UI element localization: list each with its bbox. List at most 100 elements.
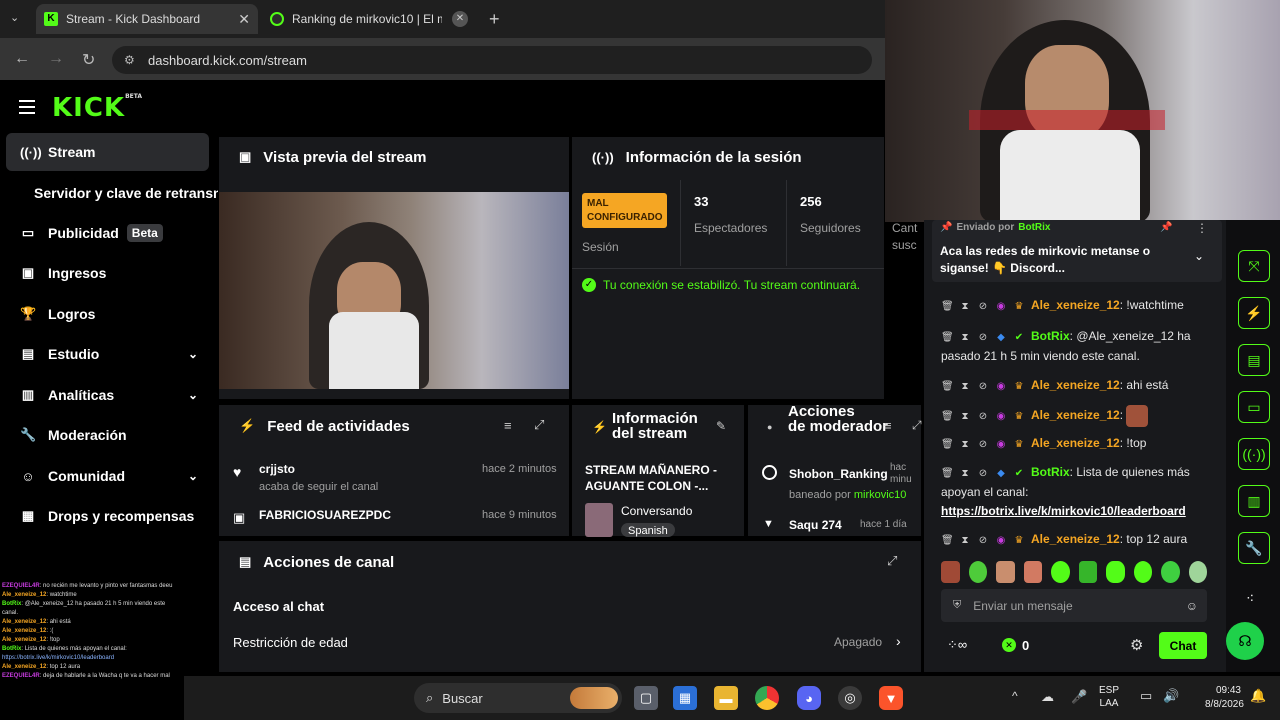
discord-icon[interactable]: ◕	[797, 686, 821, 710]
mod-target-user[interactable]: Shobon_Ranking	[789, 467, 888, 481]
qa-server-icon[interactable]: ▥	[1238, 485, 1270, 517]
timeout-icon[interactable]: ⧗	[959, 377, 971, 396]
forward-icon[interactable]: →	[48, 50, 64, 68]
cloud-icon[interactable]: ☁	[1041, 689, 1054, 705]
send-chat-button[interactable]: Chat	[1159, 632, 1207, 659]
sidebar-item-drops[interactable]: ▦ Drops y recompensas	[0, 497, 210, 535]
qa-fullscreen-icon[interactable]: ⤧	[1238, 250, 1270, 282]
qa-wrench-icon[interactable]: 🔧	[1238, 532, 1270, 564]
qa-bolt-icon[interactable]: ⚡	[1238, 297, 1270, 329]
timeout-icon[interactable]: ⧗	[959, 464, 971, 483]
tab-list-icon[interactable]: ⌄	[10, 11, 19, 24]
sidebar-item-studio[interactable]: ▤ Estudio ⌄	[0, 335, 210, 373]
emote-icon[interactable]	[996, 561, 1015, 583]
chat-link[interactable]: https://botrix.live/k/mirkovic10/leaderb…	[941, 504, 1186, 518]
sidebar-item-analytics[interactable]: ▥ Analíticas ⌄	[0, 376, 210, 414]
delete-icon[interactable]: 🗑	[941, 435, 954, 454]
close-tab-icon[interactable]: ✕	[452, 11, 468, 27]
bot-name[interactable]: BotRix	[1018, 222, 1050, 233]
delete-icon[interactable]: 🗑	[941, 297, 954, 316]
qa-doc-icon[interactable]: ▤	[1238, 344, 1270, 376]
mod-target-user[interactable]: Saqu 274	[789, 518, 842, 532]
menu-icon[interactable]	[19, 100, 35, 114]
ban-icon[interactable]: ⊘	[977, 464, 989, 483]
timeout-icon[interactable]: ⧗	[959, 297, 971, 316]
network-icon[interactable]: ▭	[1140, 688, 1152, 704]
start-windows-icon[interactable]	[380, 686, 404, 710]
emoji-picker-icon[interactable]: ☺	[1186, 599, 1198, 613]
popout-icon[interactable]: ⤢	[887, 553, 897, 569]
address-bar[interactable]: ⚙ dashboard.kick.com/stream	[112, 46, 872, 74]
qa-chat-icon[interactable]: ▭	[1238, 391, 1270, 423]
pin-icon[interactable]: 📌	[1160, 222, 1172, 233]
age-restriction-label[interactable]: Restricción de edad	[233, 635, 348, 650]
chat-username[interactable]: Ale_xeneize_12	[1031, 298, 1120, 312]
new-tab-button[interactable]: +	[489, 9, 500, 30]
emote-icon[interactable]	[1133, 561, 1152, 583]
file-explorer-icon[interactable]: ▬	[714, 686, 738, 710]
taskbar-search[interactable]: ⌕ Buscar	[414, 683, 622, 713]
sidebar-item-stream[interactable]: ((·)) Stream	[6, 133, 209, 171]
sidebar-item-moderation[interactable]: 🔧 Moderación	[0, 416, 210, 454]
emote-icon[interactable]	[968, 561, 987, 583]
support-headset-icon[interactable]: ☊	[1226, 622, 1264, 660]
ban-icon[interactable]: ⊘	[977, 407, 989, 426]
emote-icon[interactable]	[1078, 561, 1097, 583]
users-icon[interactable]: ⁘∞	[947, 637, 967, 653]
microphone-icon[interactable]: 🎤	[1071, 689, 1087, 705]
timeout-icon[interactable]: ⧗	[959, 407, 971, 426]
kick-logo[interactable]: KICKBETA	[52, 93, 142, 123]
delete-icon[interactable]: 🗑	[941, 377, 954, 396]
chat-message[interactable]: 🗑 ⧗ ⊘ ◉ ♛ Ale_xeneize_12: !top	[924, 430, 1226, 459]
sidebar-item-community[interactable]: ☺ Comunidad ⌄	[0, 457, 210, 495]
ban-icon[interactable]: ⊘	[977, 531, 989, 550]
chat-username[interactable]: Ale_xeneize_12	[1031, 378, 1120, 392]
chat-message[interactable]: 🗑 ⧗ ⊘ ◉ ♛ Ale_xeneize_12: top 12 aura	[924, 526, 1226, 555]
clock[interactable]: 09:43 8/8/2026	[1205, 684, 1244, 712]
chat-input[interactable]: ⛨ Enviar un mensaje ☺	[941, 589, 1207, 622]
emote-icon[interactable]	[1051, 561, 1070, 583]
emote-icon[interactable]	[1106, 561, 1125, 583]
brave-icon[interactable]: ▼	[879, 686, 903, 710]
tab-stream-dashboard[interactable]: K Stream - Kick Dashboard ✕	[36, 4, 258, 34]
site-settings-icon[interactable]: ⚙	[124, 53, 135, 67]
chat-access-label[interactable]: Acceso al chat	[233, 599, 324, 614]
sidebar-item-achievements[interactable]: 🏆 Logros	[0, 295, 210, 333]
timeout-icon[interactable]: ⧗	[959, 531, 971, 550]
tray-chevron-icon[interactable]: ^	[1012, 689, 1018, 703]
volume-icon[interactable]: 🔊	[1163, 688, 1179, 704]
chat-username[interactable]: Ale_xeneize_12	[1031, 436, 1120, 450]
popout-icon[interactable]: ⤢	[534, 417, 544, 433]
task-view-icon[interactable]: ▢	[634, 686, 658, 710]
obs-icon[interactable]: ◎	[838, 686, 862, 710]
notifications-icon[interactable]: 🔔	[1250, 688, 1266, 704]
emote-icon[interactable]	[941, 561, 960, 583]
more-options-icon[interactable]: ⋮	[1196, 221, 1208, 235]
chat-message[interactable]: 🗑 ⧗ ⊘ ◆ ✔ BotRix: @Ale_xeneize_12 ha pasado 2…	[924, 323, 1226, 372]
popout-icon[interactable]: ⤢	[912, 418, 922, 433]
chat-username[interactable]: BotRix	[1031, 329, 1070, 343]
timeout-icon[interactable]: ⧗	[959, 328, 971, 347]
stream-preview-video[interactable]	[219, 192, 569, 389]
language-indicator[interactable]: ESP LAA	[1099, 684, 1119, 710]
feed-user[interactable]: FABRICIOSUAREZPDC	[259, 508, 391, 522]
tab-ranking[interactable]: Ranking de mirkovic10 | El mej ✕	[262, 4, 476, 34]
emote-icon[interactable]	[1188, 561, 1207, 583]
chrome-icon[interactable]	[755, 686, 779, 710]
chat-message[interactable]: 🗑 ⧗ ⊘ ◉ ♛ Ale_xeneize_12:	[924, 401, 1226, 430]
delete-icon[interactable]: 🗑	[941, 464, 954, 483]
chat-message[interactable]: 🗑 ⧗ ⊘ ◉ ♛ Ale_xeneize_12: !watchtime	[924, 294, 1226, 323]
delete-icon[interactable]: 🗑	[941, 407, 954, 426]
share-icon[interactable]: ⁖	[1246, 590, 1254, 607]
chat-message[interactable]: 🗑 ⧗ ⊘ ◆ ✔ BotRix: Lista de quienes más apoyan…	[924, 459, 1226, 526]
reload-icon[interactable]: ↻	[82, 50, 95, 70]
close-tab-icon[interactable]: ✕	[238, 11, 250, 28]
ban-icon[interactable]: ⊘	[977, 297, 989, 316]
emote-icon[interactable]	[1161, 561, 1180, 583]
edit-icon[interactable]: ✎	[716, 419, 726, 433]
filter-icon[interactable]: ≡	[504, 418, 512, 433]
timeout-icon[interactable]: ⧗	[959, 435, 971, 454]
chevron-down-icon[interactable]: ⌄	[1194, 249, 1204, 263]
qa-broadcast-icon[interactable]: ((·))	[1238, 438, 1270, 470]
ban-icon[interactable]: ⊘	[977, 377, 989, 396]
